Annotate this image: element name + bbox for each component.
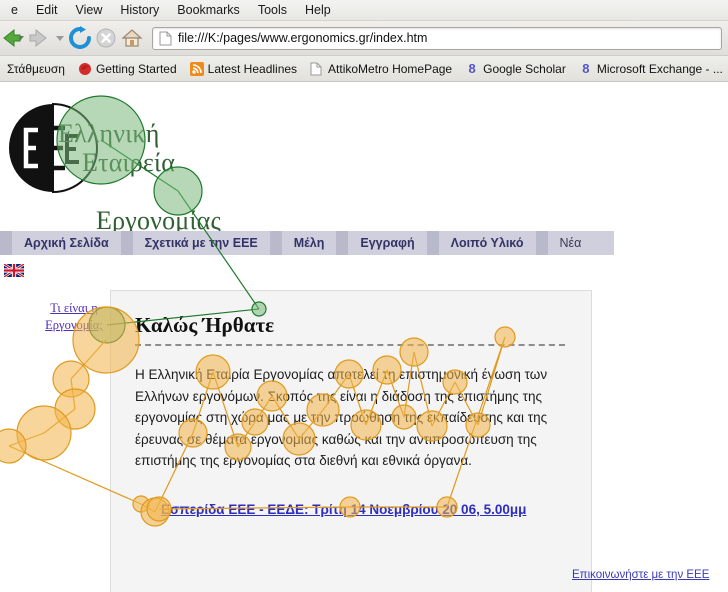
menu-item-bookmarks[interactable]: Bookmarks (168, 1, 249, 19)
address-bar[interactable]: file:///K:/pages/www.ergonomics.gr/index… (152, 26, 722, 50)
bookmark-label: Google Scholar (483, 61, 566, 76)
footer-contact-link[interactable]: Επικοινωνήστε με την ΕΕΕ (572, 569, 709, 581)
fixation-circle (16, 405, 72, 461)
nav-item-nea[interactable]: Νέα (548, 231, 594, 255)
nav-item-eggrafi[interactable]: Εγγραφή (348, 231, 426, 255)
menu-bar: Filee Edit View History Bookmarks Tools … (0, 0, 728, 21)
rss-feed-icon (189, 61, 204, 76)
nav-separator (269, 231, 282, 255)
bookmark-label: Latest Headlines (207, 61, 298, 76)
browser-window: Filee Edit View History Bookmarks Tools … (0, 0, 728, 592)
bookmarks-toolbar: Στάθμευση Getting Started Latest Headlin… (0, 56, 728, 82)
menu-item-file[interactable]: Filee (2, 1, 27, 19)
page-viewport: Ελληνική Εταιρεία Εργονομίας Αρχική Σελί… (0, 82, 728, 592)
nav-separator (535, 231, 548, 255)
uk-flag-icon[interactable] (3, 262, 25, 279)
blue-8-icon: 8 (582, 60, 590, 76)
site-title-line2: Εταιρεία (82, 148, 176, 177)
navigation-toolbar: file:///K:/pages/www.ergonomics.gr/index… (0, 21, 728, 56)
nav-item-sxetika-me-tin-eee[interactable]: Σχετικά με την ΕΕΕ (133, 231, 270, 255)
firefox-icon (78, 62, 92, 76)
forward-arrow-icon[interactable] (28, 26, 52, 50)
intro-paragraph: Η Ελληνική Εταιρία Εργονομίας αποτελεί τ… (135, 367, 548, 468)
document-icon (310, 62, 324, 76)
bookmark-latest-headlines[interactable]: Latest Headlines (185, 60, 302, 78)
saccade-line (70, 378, 76, 410)
address-bar-value: file:///K:/pages/www.ergonomics.gr/index… (178, 31, 428, 45)
blue-8-icon: 8 (468, 60, 476, 76)
menu-item-history[interactable]: History (111, 1, 168, 19)
back-arrow-icon[interactable] (0, 26, 21, 50)
nav-separator (0, 231, 12, 255)
menu-item-tools[interactable]: Tools (249, 1, 296, 19)
nav-item-loipo-yliko[interactable]: Λοιπό Υλικό (439, 231, 536, 255)
fixation-circle (54, 388, 96, 430)
bookmark-getting-started[interactable]: Getting Started (73, 60, 182, 78)
saccade-line (43, 408, 76, 434)
menu-item-help[interactable]: Help (296, 1, 340, 19)
menu-item-edit[interactable]: Edit (27, 1, 67, 19)
bookmark-stathmefsi[interactable]: Στάθμευση (2, 60, 70, 78)
site-title-line1: Ελληνική (58, 119, 160, 148)
nav-item-arxiki-selida[interactable]: Αρχική Σελίδα (12, 231, 121, 255)
saccade-line (8, 432, 45, 447)
home-icon[interactable] (120, 26, 144, 50)
saccade-line (70, 339, 107, 380)
bookmark-microsoft-exchange[interactable]: 8 Microsoft Exchange - ... (574, 60, 728, 78)
bookmark-label: Στάθμευση (7, 61, 65, 76)
sidebar-link-ti-einai-ergonomia[interactable]: Τι είναι η Εργονομία; (34, 300, 114, 334)
fixation-circle (52, 360, 90, 398)
site-header: Ελληνική Εταιρεία Εργονομίας (0, 82, 728, 235)
page-title: Καλώς Ήρθατε (135, 313, 275, 337)
fixation-circle (0, 428, 27, 464)
nav-separator (426, 231, 439, 255)
reload-icon[interactable] (68, 26, 92, 50)
document-icon (159, 31, 172, 46)
bookmark-label: AttikoMetro HomePage (328, 61, 453, 76)
bookmark-google-scholar[interactable]: 8 Google Scholar (460, 60, 571, 78)
forward-history-dropdown-icon[interactable] (56, 35, 64, 41)
nav-separator (336, 231, 349, 255)
bookmark-label: Microsoft Exchange - ... (596, 61, 723, 76)
menu-item-view[interactable]: View (67, 1, 112, 19)
site-nav: Αρχική Σελίδα Σχετικά με την ΕΕΕ Μέλη Εγ… (0, 231, 614, 255)
bookmark-attikometro[interactable]: AttikoMetro HomePage (305, 60, 457, 78)
content-panel: Καλώς Ήρθατε Η Ελληνική Εταιρία Εργονομί… (110, 290, 592, 592)
bookmark-label: Getting Started (95, 61, 177, 76)
nav-separator (120, 231, 133, 255)
nav-item-meli[interactable]: Μέλη (282, 231, 337, 255)
event-announcement-link[interactable]: Εσπερίδα ΕΕΕ - ΕΕΔΕ: Τρίτη 14 Νοεμβρίου … (135, 500, 565, 520)
stop-icon[interactable] (94, 26, 118, 50)
title-divider (135, 344, 565, 346)
